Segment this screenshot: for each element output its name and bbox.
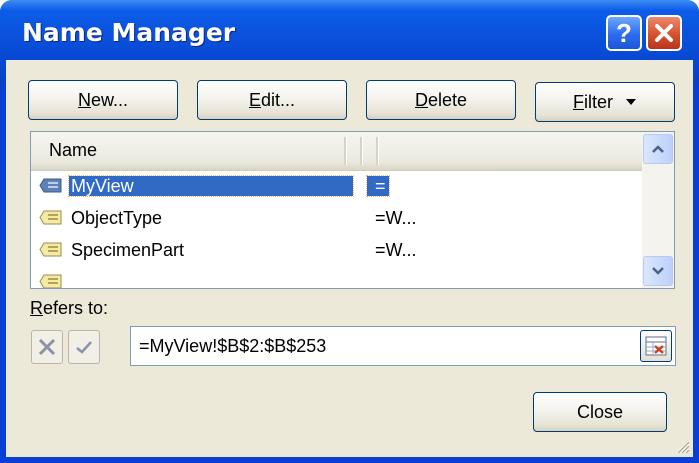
range-select-icon: [645, 336, 667, 356]
help-icon: ?: [616, 18, 632, 48]
list-item-name: ObjectType: [71, 208, 163, 228]
names-list[interactable]: Name MyView = ObjectType =W... SpecimenP…: [30, 131, 675, 289]
list-header: Name: [31, 132, 642, 171]
list-item[interactable]: [37, 266, 637, 288]
name-manager-dialog: Name Manager ? New... Edit... Delete Fil…: [0, 0, 699, 463]
new-button-label: New...: [77, 89, 129, 110]
new-button[interactable]: New...: [28, 80, 178, 120]
filter-button-label: Filter: [572, 91, 613, 112]
close-button[interactable]: Close: [533, 392, 667, 432]
dialog-title: Name Manager: [22, 18, 236, 47]
list-item-refers: =W...: [375, 240, 417, 260]
list-item-name: SpecimenPart: [71, 240, 185, 260]
commit-edit-button[interactable]: [68, 330, 100, 364]
scroll-up-button[interactable]: [643, 134, 673, 164]
refers-to-input[interactable]: [130, 326, 676, 366]
close-button-label: Close: [576, 401, 624, 422]
delete-button-label: Delete: [414, 89, 468, 110]
close-icon: [655, 24, 673, 42]
edit-button-label: Edit...: [248, 89, 296, 110]
list-item-refers: =W...: [375, 208, 417, 228]
filter-button[interactable]: Filter: [535, 82, 675, 122]
edit-button[interactable]: Edit...: [197, 80, 347, 120]
refers-to-label: Refers to:: [30, 298, 109, 318]
list-item[interactable]: ObjectType =W...: [37, 202, 637, 234]
named-range-icon: [39, 210, 62, 225]
delete-button[interactable]: Delete: [366, 80, 516, 120]
collapse-dialog-button[interactable]: [640, 330, 672, 362]
named-range-icon: [39, 178, 62, 193]
chevron-down-icon: [652, 267, 664, 275]
scroll-down-button[interactable]: [643, 256, 673, 286]
named-range-icon: [39, 274, 62, 288]
column-header-name[interactable]: Name: [49, 140, 97, 161]
vertical-scrollbar[interactable]: [642, 132, 674, 288]
dialog-client-area: New... Edit... Delete Filter Name MyView…: [6, 60, 693, 457]
help-button[interactable]: ?: [606, 15, 642, 51]
column-separator[interactable]: [344, 137, 347, 165]
close-window-button[interactable]: [646, 15, 682, 51]
dropdown-arrow-icon: [626, 99, 636, 105]
list-item-name: MyView: [68, 175, 354, 197]
resize-grip-icon[interactable]: [674, 438, 690, 454]
column-separator[interactable]: [376, 137, 379, 165]
checkmark-icon: [76, 341, 92, 354]
x-icon: [38, 338, 56, 356]
column-separator[interactable]: [360, 137, 363, 165]
list-item-refers: =: [366, 175, 390, 197]
list-item[interactable]: SpecimenPart =W...: [37, 234, 637, 266]
named-range-icon: [39, 242, 62, 257]
chevron-up-icon: [652, 145, 664, 153]
cancel-edit-button[interactable]: [31, 330, 63, 364]
list-item[interactable]: MyView =: [37, 170, 637, 202]
